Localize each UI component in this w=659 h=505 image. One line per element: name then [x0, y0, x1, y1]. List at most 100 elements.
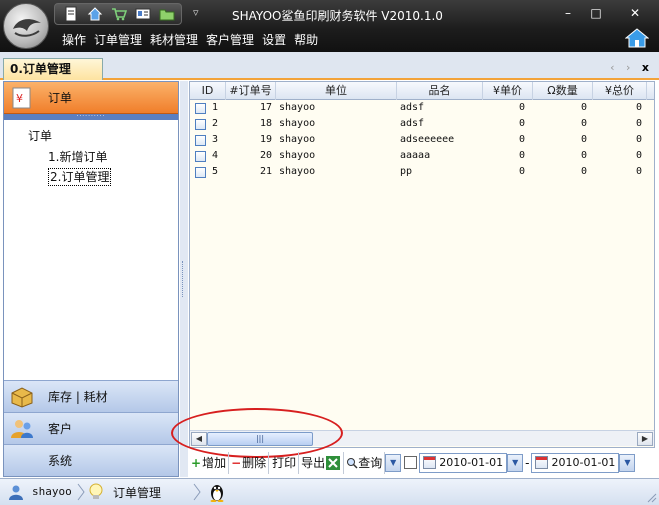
export-button[interactable]: 导出: [299, 451, 345, 474]
quick-access-dropdown-icon[interactable]: ▿: [193, 6, 199, 19]
calendar-icon: [535, 456, 549, 469]
shark-logo-icon: [13, 19, 41, 37]
date-from-field[interactable]: 2010-01-01: [419, 452, 508, 473]
query-dropdown-icon[interactable]: ▼: [385, 453, 402, 472]
delete-button[interactable]: − 删除: [229, 451, 270, 474]
status-user: shayoo: [32, 485, 72, 498]
row-checkbox[interactable]: [195, 167, 206, 178]
tab-order-management[interactable]: 0.订单管理: [3, 58, 103, 80]
column-header-product[interactable]: 品名: [397, 82, 483, 100]
cell-unit: shayoo: [279, 166, 316, 177]
cell-product: aaaaa: [400, 150, 431, 161]
cell-qty: 0: [580, 134, 587, 145]
menu-settings[interactable]: 设置: [258, 31, 290, 49]
date-to-dropdown-icon[interactable]: ▼: [619, 453, 636, 472]
menu-consumables[interactable]: 耗材管理: [146, 31, 202, 49]
sidebar-group-label: 订单: [48, 91, 73, 105]
navigation-sidebar: ¥ 订单 ·········· 订单 1.新增订单 2.订单管理 库存 | 耗材…: [3, 81, 179, 477]
date-to-field[interactable]: 2010-01-01: [531, 452, 620, 473]
cell-qty: 0: [580, 118, 587, 129]
menu-operate[interactable]: 操作: [58, 31, 90, 49]
tab-navigation: ‹ › x: [610, 61, 653, 74]
print-button-label: 打印: [272, 456, 297, 470]
date-filter-checkbox[interactable]: [404, 456, 418, 469]
query-button[interactable]: 查询: [344, 451, 386, 474]
print-button[interactable]: 打印: [269, 451, 300, 474]
sidebar-group-system[interactable]: 系统: [4, 444, 178, 476]
table-row[interactable]: 1 17 shayoo adsf 0 0 0: [190, 100, 654, 116]
cart-icon[interactable]: [111, 6, 127, 22]
column-header-quantity[interactable]: Ω数量: [533, 82, 593, 100]
sidebar-group-label: 客户: [48, 422, 73, 436]
home-icon[interactable]: [87, 6, 103, 22]
menu-order-management[interactable]: 订单管理: [90, 31, 146, 49]
blank-icon: [10, 449, 34, 473]
column-header-price[interactable]: ¥单价: [483, 82, 533, 100]
row-checkbox[interactable]: [195, 151, 206, 162]
cell-order-no: 18: [259, 118, 272, 129]
close-button[interactable]: ✕: [619, 4, 651, 22]
sidebar-group-customers[interactable]: 客户: [4, 412, 178, 444]
maximize-button[interactable]: □: [580, 4, 612, 22]
column-header-unit[interactable]: 单位: [276, 82, 397, 100]
column-header-order-no[interactable]: #订单号: [226, 82, 276, 100]
calendar-icon: [423, 456, 437, 469]
close-tab-button[interactable]: x: [642, 61, 653, 74]
date-from-value: 2010-01-01: [439, 456, 504, 469]
scroll-right-icon[interactable]: ▶: [637, 432, 653, 446]
cell-qty: 0: [580, 102, 587, 113]
column-header-total[interactable]: ¥总价: [593, 82, 647, 100]
cell-product: adseeeeee: [400, 134, 455, 145]
sidebar-group-inventory[interactable]: 库存 | 耗材: [4, 380, 178, 412]
app-logo[interactable]: [3, 3, 49, 49]
excel-icon: [326, 455, 341, 470]
menu-help[interactable]: 帮助: [290, 31, 322, 49]
row-checkbox[interactable]: [195, 103, 206, 114]
row-checkbox[interactable]: [195, 135, 206, 146]
table-row[interactable]: 4 20 shayoo aaaaa 0 0 0: [190, 148, 654, 164]
tree-item-new-order[interactable]: 1.新增订单: [48, 149, 107, 165]
card-icon[interactable]: [135, 6, 151, 22]
resize-grip-icon[interactable]: [645, 491, 657, 503]
home-icon[interactable]: [625, 28, 649, 48]
cell-id: 4: [212, 150, 219, 161]
export-button-label: 导出: [301, 456, 326, 470]
add-button[interactable]: + 增加: [189, 451, 230, 474]
magnifier-icon: [347, 457, 358, 469]
cell-total: 0: [635, 118, 642, 129]
menu-customers[interactable]: 客户管理: [202, 31, 258, 49]
row-checkbox[interactable]: [195, 119, 206, 130]
cell-total: 0: [635, 166, 642, 177]
table-row[interactable]: 2 18 shayoo adsf 0 0 0: [190, 116, 654, 132]
table-row[interactable]: 5 21 shayoo pp 0 0 0: [190, 164, 654, 180]
cell-order-no: 21: [259, 166, 272, 177]
sidebar-group-order[interactable]: ¥ 订单: [4, 82, 178, 114]
tab-scroll-arrows-icon[interactable]: ‹ ›: [610, 61, 634, 74]
penguin-icon[interactable]: [208, 482, 226, 502]
folder-icon[interactable]: [159, 6, 175, 22]
cell-unit: shayoo: [279, 150, 316, 161]
orders-grid: ID #订单号 单位 品名 ¥单价 Ω数量 ¥总价 1 17 shayoo adsf 0…: [189, 81, 655, 448]
document-icon[interactable]: [63, 6, 79, 22]
add-button-label: 增加: [202, 456, 227, 470]
cell-order-no: 20: [259, 150, 272, 161]
cell-total: 0: [635, 150, 642, 161]
user-icon: [9, 485, 23, 500]
document-tab-bar: 0.订单管理 ‹ › x: [0, 52, 659, 80]
plus-icon: +: [191, 455, 202, 470]
table-row[interactable]: 3 19 shayoo adseeeeee 0 0 0: [190, 132, 654, 148]
cell-order-no: 17: [259, 102, 272, 113]
grid-toolbar: + 增加 − 删除 打印 导出 查询 ▼ 2010-01-01 ▼ - 2010…: [189, 450, 659, 475]
tree-root-order[interactable]: 订单: [28, 128, 52, 144]
svg-text:¥: ¥: [16, 92, 23, 105]
cell-id: 3: [212, 134, 219, 145]
cell-price: 0: [518, 166, 525, 177]
order-tree: 订单 1.新增订单 2.订单管理: [4, 120, 178, 380]
column-header-id[interactable]: ID: [190, 82, 226, 100]
date-to-value: 2010-01-01: [551, 456, 616, 469]
tree-item-order-management[interactable]: 2.订单管理: [48, 168, 112, 186]
query-button-label: 查询: [358, 456, 383, 470]
date-range-separator: -: [525, 455, 530, 470]
cell-price: 0: [518, 102, 525, 113]
date-from-dropdown-icon[interactable]: ▼: [507, 453, 524, 472]
